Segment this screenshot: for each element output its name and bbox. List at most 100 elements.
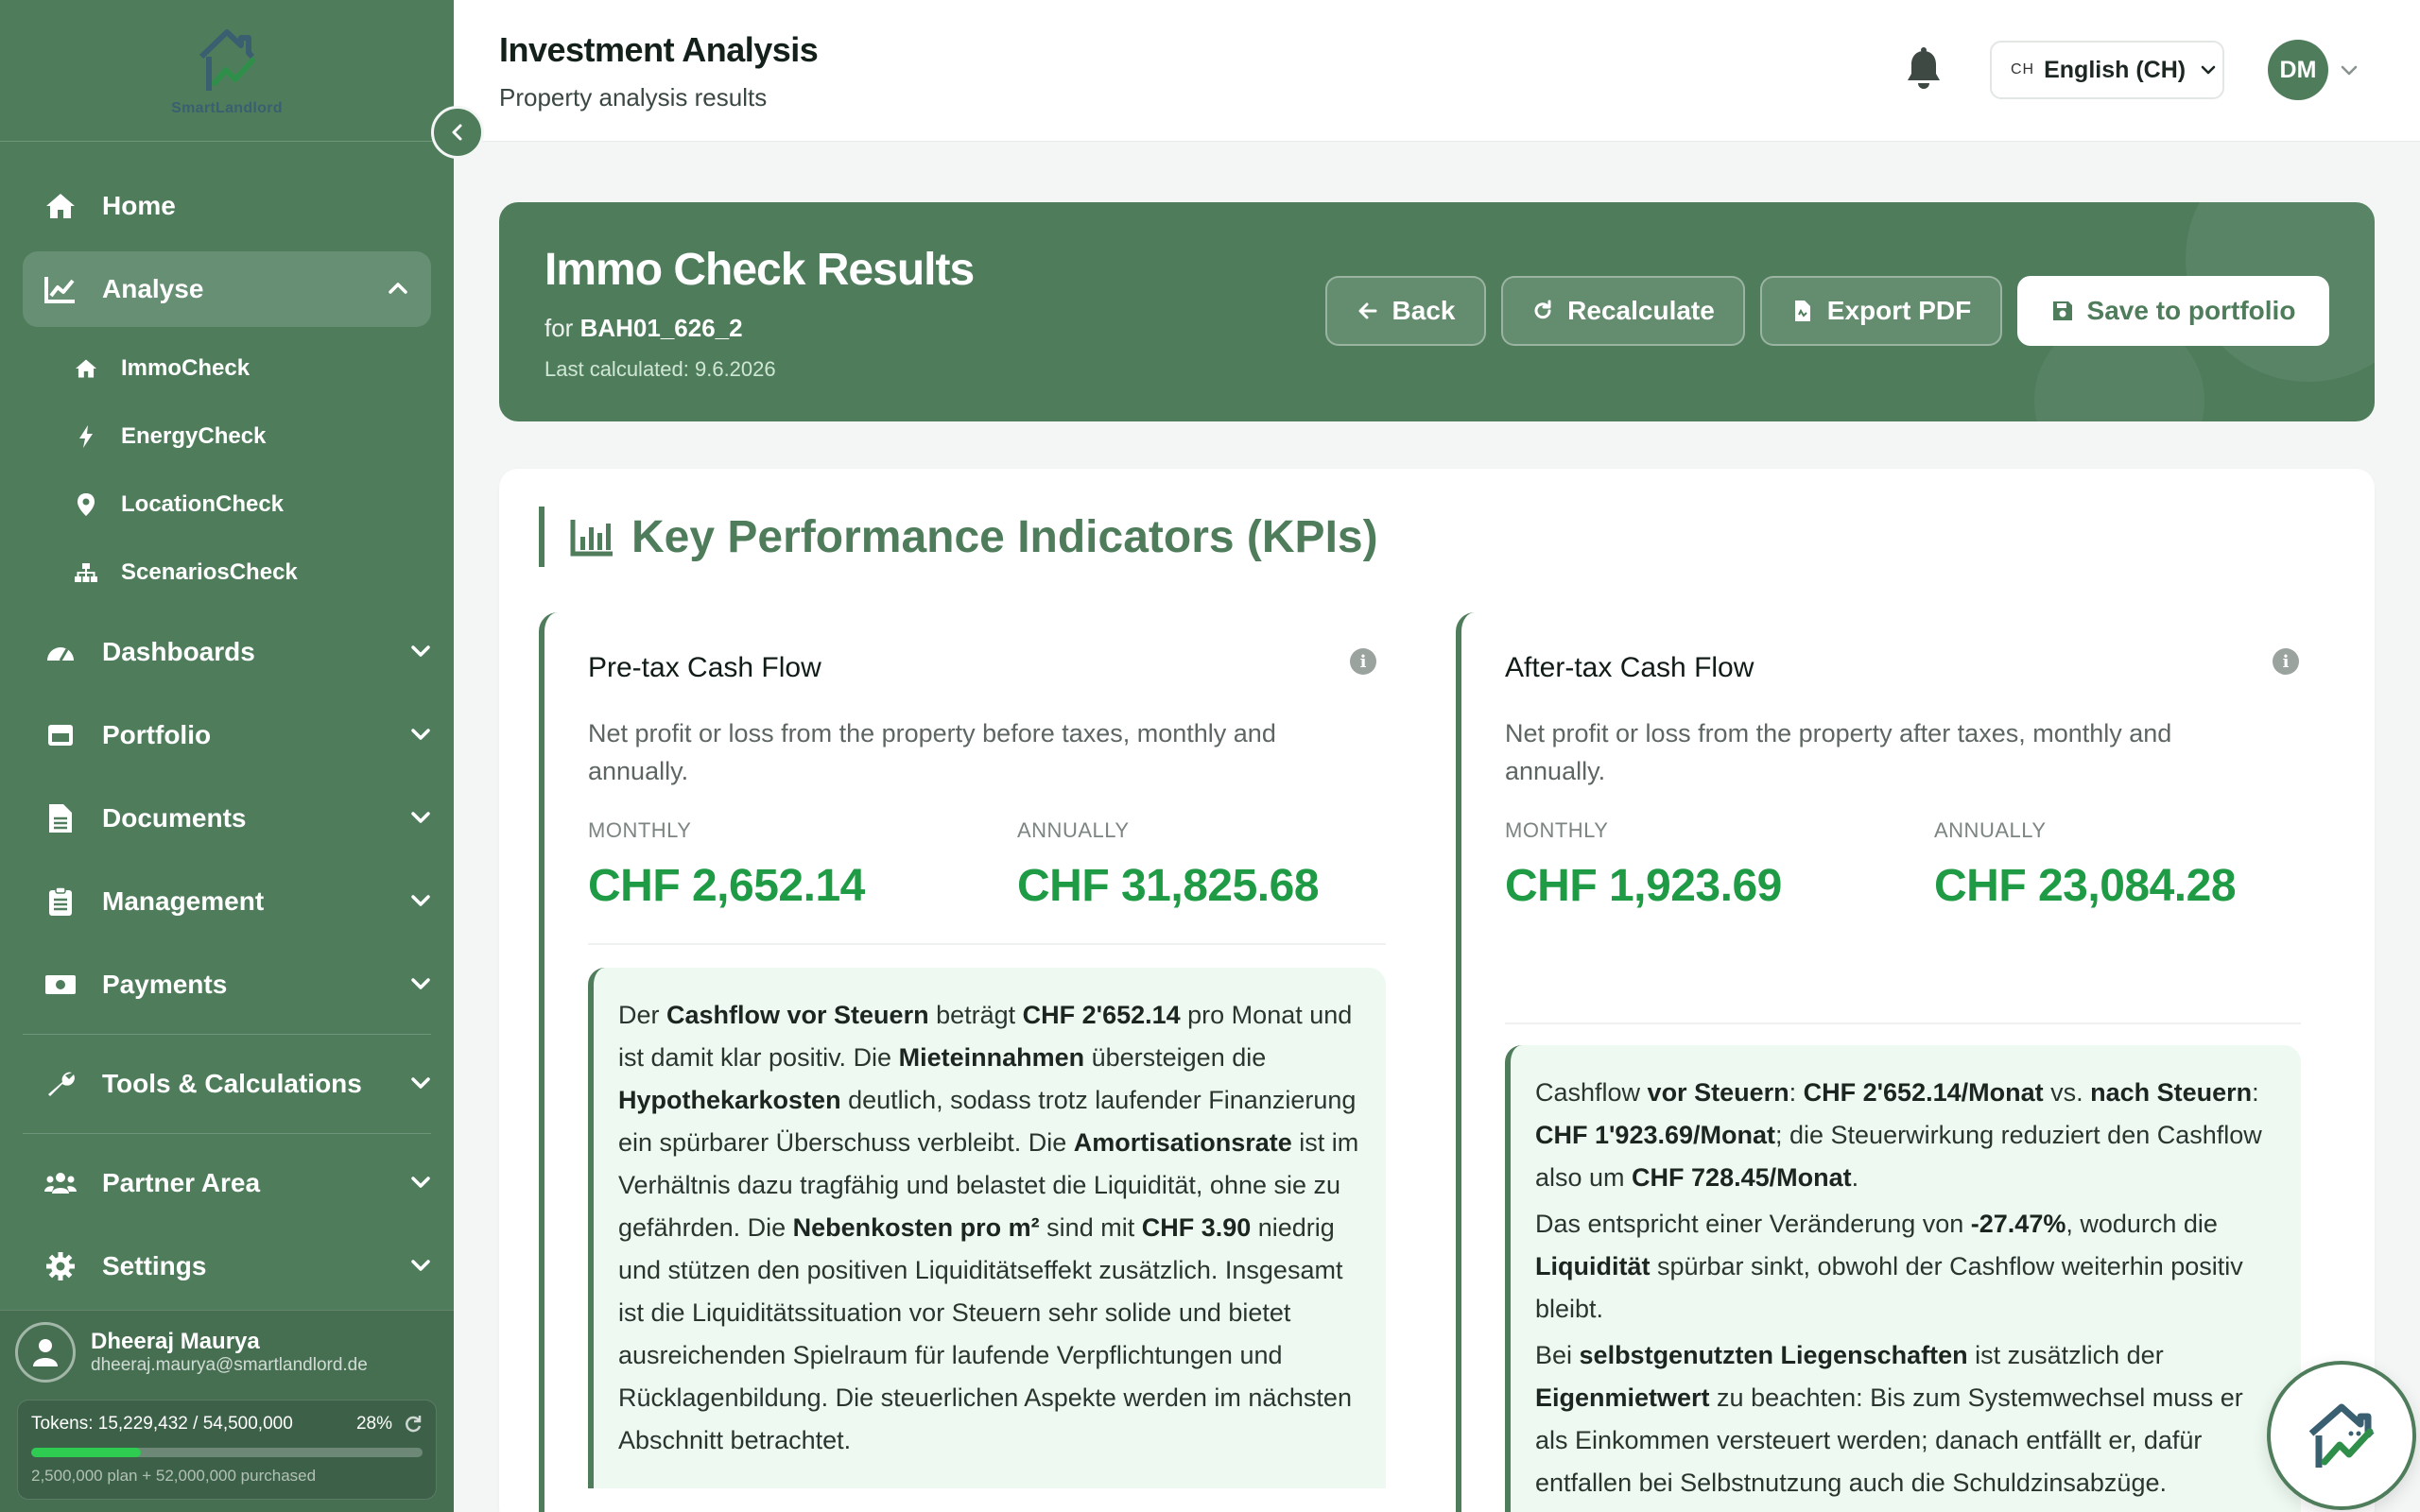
back-button[interactable]: Back xyxy=(1325,276,1486,346)
sidebar-item-label: Partner Area xyxy=(102,1168,261,1197)
sidebar-item-partner-area[interactable]: Partner Area xyxy=(0,1145,454,1221)
clipboard-icon xyxy=(43,885,78,919)
chevron-down-icon[interactable] xyxy=(2339,60,2360,80)
note-bold: Cashflow vor Steuern xyxy=(666,1001,929,1029)
sidebar-item-analyse[interactable]: Analyse xyxy=(23,251,431,327)
note-text: Bei xyxy=(1535,1341,1580,1369)
results-banner: Immo Check Results for BAH01_626_2 Last … xyxy=(499,202,2375,421)
note-text: niedrig und stützen den positiven Liquid… xyxy=(618,1213,1352,1454)
sidebar-item-label: Dashboards xyxy=(102,637,255,666)
token-progress-bar xyxy=(31,1448,423,1457)
logo-text: SmartLandlord xyxy=(171,99,283,116)
sidebar-subitem-label: EnergyCheck xyxy=(121,423,267,449)
home-icon xyxy=(74,356,98,381)
note-bold: CHF 728.45/Monat xyxy=(1632,1163,1852,1192)
gauge-icon xyxy=(43,635,78,669)
user-email: dheeraj.maurya@smartlandlord.de xyxy=(91,1355,368,1375)
bell-icon[interactable] xyxy=(1903,47,1945,93)
sidebar-item-dashboards[interactable]: Dashboards xyxy=(0,614,454,690)
user-profile[interactable]: Dheeraj Maurya dheeraj.maurya@smartlandl… xyxy=(0,1311,454,1394)
last-calculated: Last calculated: 9.6.2026 xyxy=(544,357,776,381)
sidebar-subitem-locationcheck[interactable]: LocationCheck xyxy=(0,471,454,539)
avatar xyxy=(15,1322,76,1383)
note-paragraph: Bei selbstgenutzten Liegenschaften ist z… xyxy=(1535,1334,2276,1504)
info-icon[interactable]: i xyxy=(2273,648,2299,675)
chevron-down-icon xyxy=(411,1077,430,1089)
sidebar-collapse-button[interactable] xyxy=(431,106,484,159)
sidebar-item-home[interactable]: Home xyxy=(0,168,454,244)
note-bold: CHF 2'652.14/Monat xyxy=(1803,1078,2044,1107)
kpi-card-description: Net profit or loss from the property aft… xyxy=(1505,719,2172,785)
top-header: Investment Analysis Property analysis re… xyxy=(454,0,2420,142)
kpi-panel: Key Performance Indicators (KPIs) Pre-ta… xyxy=(499,469,2375,1512)
card-divider xyxy=(588,943,1386,945)
export-pdf-button[interactable]: Export PDF xyxy=(1760,276,2002,346)
user-icon xyxy=(33,1339,58,1366)
logo[interactable]: SmartLandlord xyxy=(0,0,454,142)
note-bold: Amortisationsrate xyxy=(1073,1128,1292,1157)
sidebar-item-label: Portfolio xyxy=(102,720,212,749)
chevron-down-icon xyxy=(411,1260,430,1271)
chat-assistant-button[interactable] xyxy=(2267,1361,2416,1510)
note-text: sind mit xyxy=(1039,1213,1142,1242)
note-bold: -27.47% xyxy=(1970,1210,2066,1238)
chevron-down-icon xyxy=(411,729,430,740)
sidebar: SmartLandlord Home Analyse ImmoCheck Ene… xyxy=(0,0,454,1512)
sidebar-item-management[interactable]: Management xyxy=(0,864,454,939)
chevron-down-icon xyxy=(411,978,430,989)
floppy-disk-icon xyxy=(2052,301,2072,320)
sidebar-item-portfolio[interactable]: Portfolio xyxy=(0,697,454,773)
sidebar-item-documents[interactable]: Documents xyxy=(0,781,454,856)
portfolio-icon xyxy=(43,718,78,752)
sidebar-subitem-immocheck[interactable]: ImmoCheck xyxy=(0,335,454,403)
sidebar-item-payments[interactable]: Payments xyxy=(0,947,454,1022)
note-text: : xyxy=(1789,1078,1804,1107)
monthly-label: MONTHLY xyxy=(588,818,692,842)
page-subtitle: Property analysis results xyxy=(499,83,768,112)
chevron-down-icon xyxy=(411,812,430,823)
save-label: Save to portfolio xyxy=(2086,296,2296,325)
sidebar-item-label: Analyse xyxy=(102,274,204,303)
note-bold: selbstgenutzten Liegenschaften xyxy=(1579,1341,1968,1369)
note-bold: vor Steuern xyxy=(1647,1078,1789,1107)
sidebar-item-label: Tools & Calculations xyxy=(102,1069,362,1098)
info-icon[interactable]: i xyxy=(1350,648,1376,675)
language-selector[interactable]: CH English (CH) xyxy=(1990,41,2224,99)
recalculate-button[interactable]: Recalculate xyxy=(1501,276,1745,346)
assistant-house-chat-icon xyxy=(2308,1403,2375,1468)
logo-icon xyxy=(199,28,255,91)
note-text: beträgt xyxy=(928,1001,1023,1029)
monthly-value: CHF 1,923.69 xyxy=(1505,861,1782,911)
user-name: Dheeraj Maurya xyxy=(91,1329,260,1354)
monthly-label: MONTHLY xyxy=(1505,818,1609,842)
note-text: . xyxy=(1851,1163,1859,1192)
note-bold: nach Steuern xyxy=(2090,1078,2253,1107)
annual-value: CHF 23,084.28 xyxy=(1934,861,2237,911)
token-percent: 28% xyxy=(355,1414,392,1434)
note-text: übersteigen die xyxy=(1084,1043,1267,1072)
sidebar-subitem-scenarioscheck[interactable]: ScenariosCheck xyxy=(0,539,454,607)
save-to-portfolio-button[interactable]: Save to portfolio xyxy=(2017,276,2329,346)
recalculate-label: Recalculate xyxy=(1567,296,1715,325)
user-avatar-button[interactable]: DM xyxy=(2268,40,2328,100)
sidebar-item-label: Home xyxy=(102,191,176,220)
token-breakdown: 2,500,000 plan + 52,000,000 purchased xyxy=(31,1467,317,1485)
results-property: for BAH01_626_2 xyxy=(544,314,743,343)
sidebar-item-tools[interactable]: Tools & Calculations xyxy=(0,1046,454,1122)
kpi-card-title: After-tax Cash Flow xyxy=(1505,652,1754,683)
sidebar-divider xyxy=(23,1133,431,1134)
refresh-icon[interactable] xyxy=(404,1415,423,1434)
note-text: ist zusätzlich der xyxy=(1967,1341,2164,1369)
note-text: Das entspricht einer Veränderung von xyxy=(1535,1210,1971,1238)
sidebar-item-settings[interactable]: Settings xyxy=(0,1228,454,1304)
sidebar-subitem-energycheck[interactable]: EnergyCheck xyxy=(0,403,454,471)
chevron-down-icon xyxy=(411,895,430,906)
chevron-down-icon xyxy=(2201,65,2216,75)
note-paragraph: Das entspricht einer Veränderung von -27… xyxy=(1535,1203,2276,1331)
note-bold: Liquidität xyxy=(1535,1252,1651,1280)
map-pin-icon xyxy=(74,492,98,517)
annual-label: ANNUALLY xyxy=(1934,818,2047,842)
note-bold: Mieteinnahmen xyxy=(898,1043,1085,1072)
note-bold: CHF 2'652.14 xyxy=(1022,1001,1181,1029)
chevron-left-icon xyxy=(452,124,462,141)
